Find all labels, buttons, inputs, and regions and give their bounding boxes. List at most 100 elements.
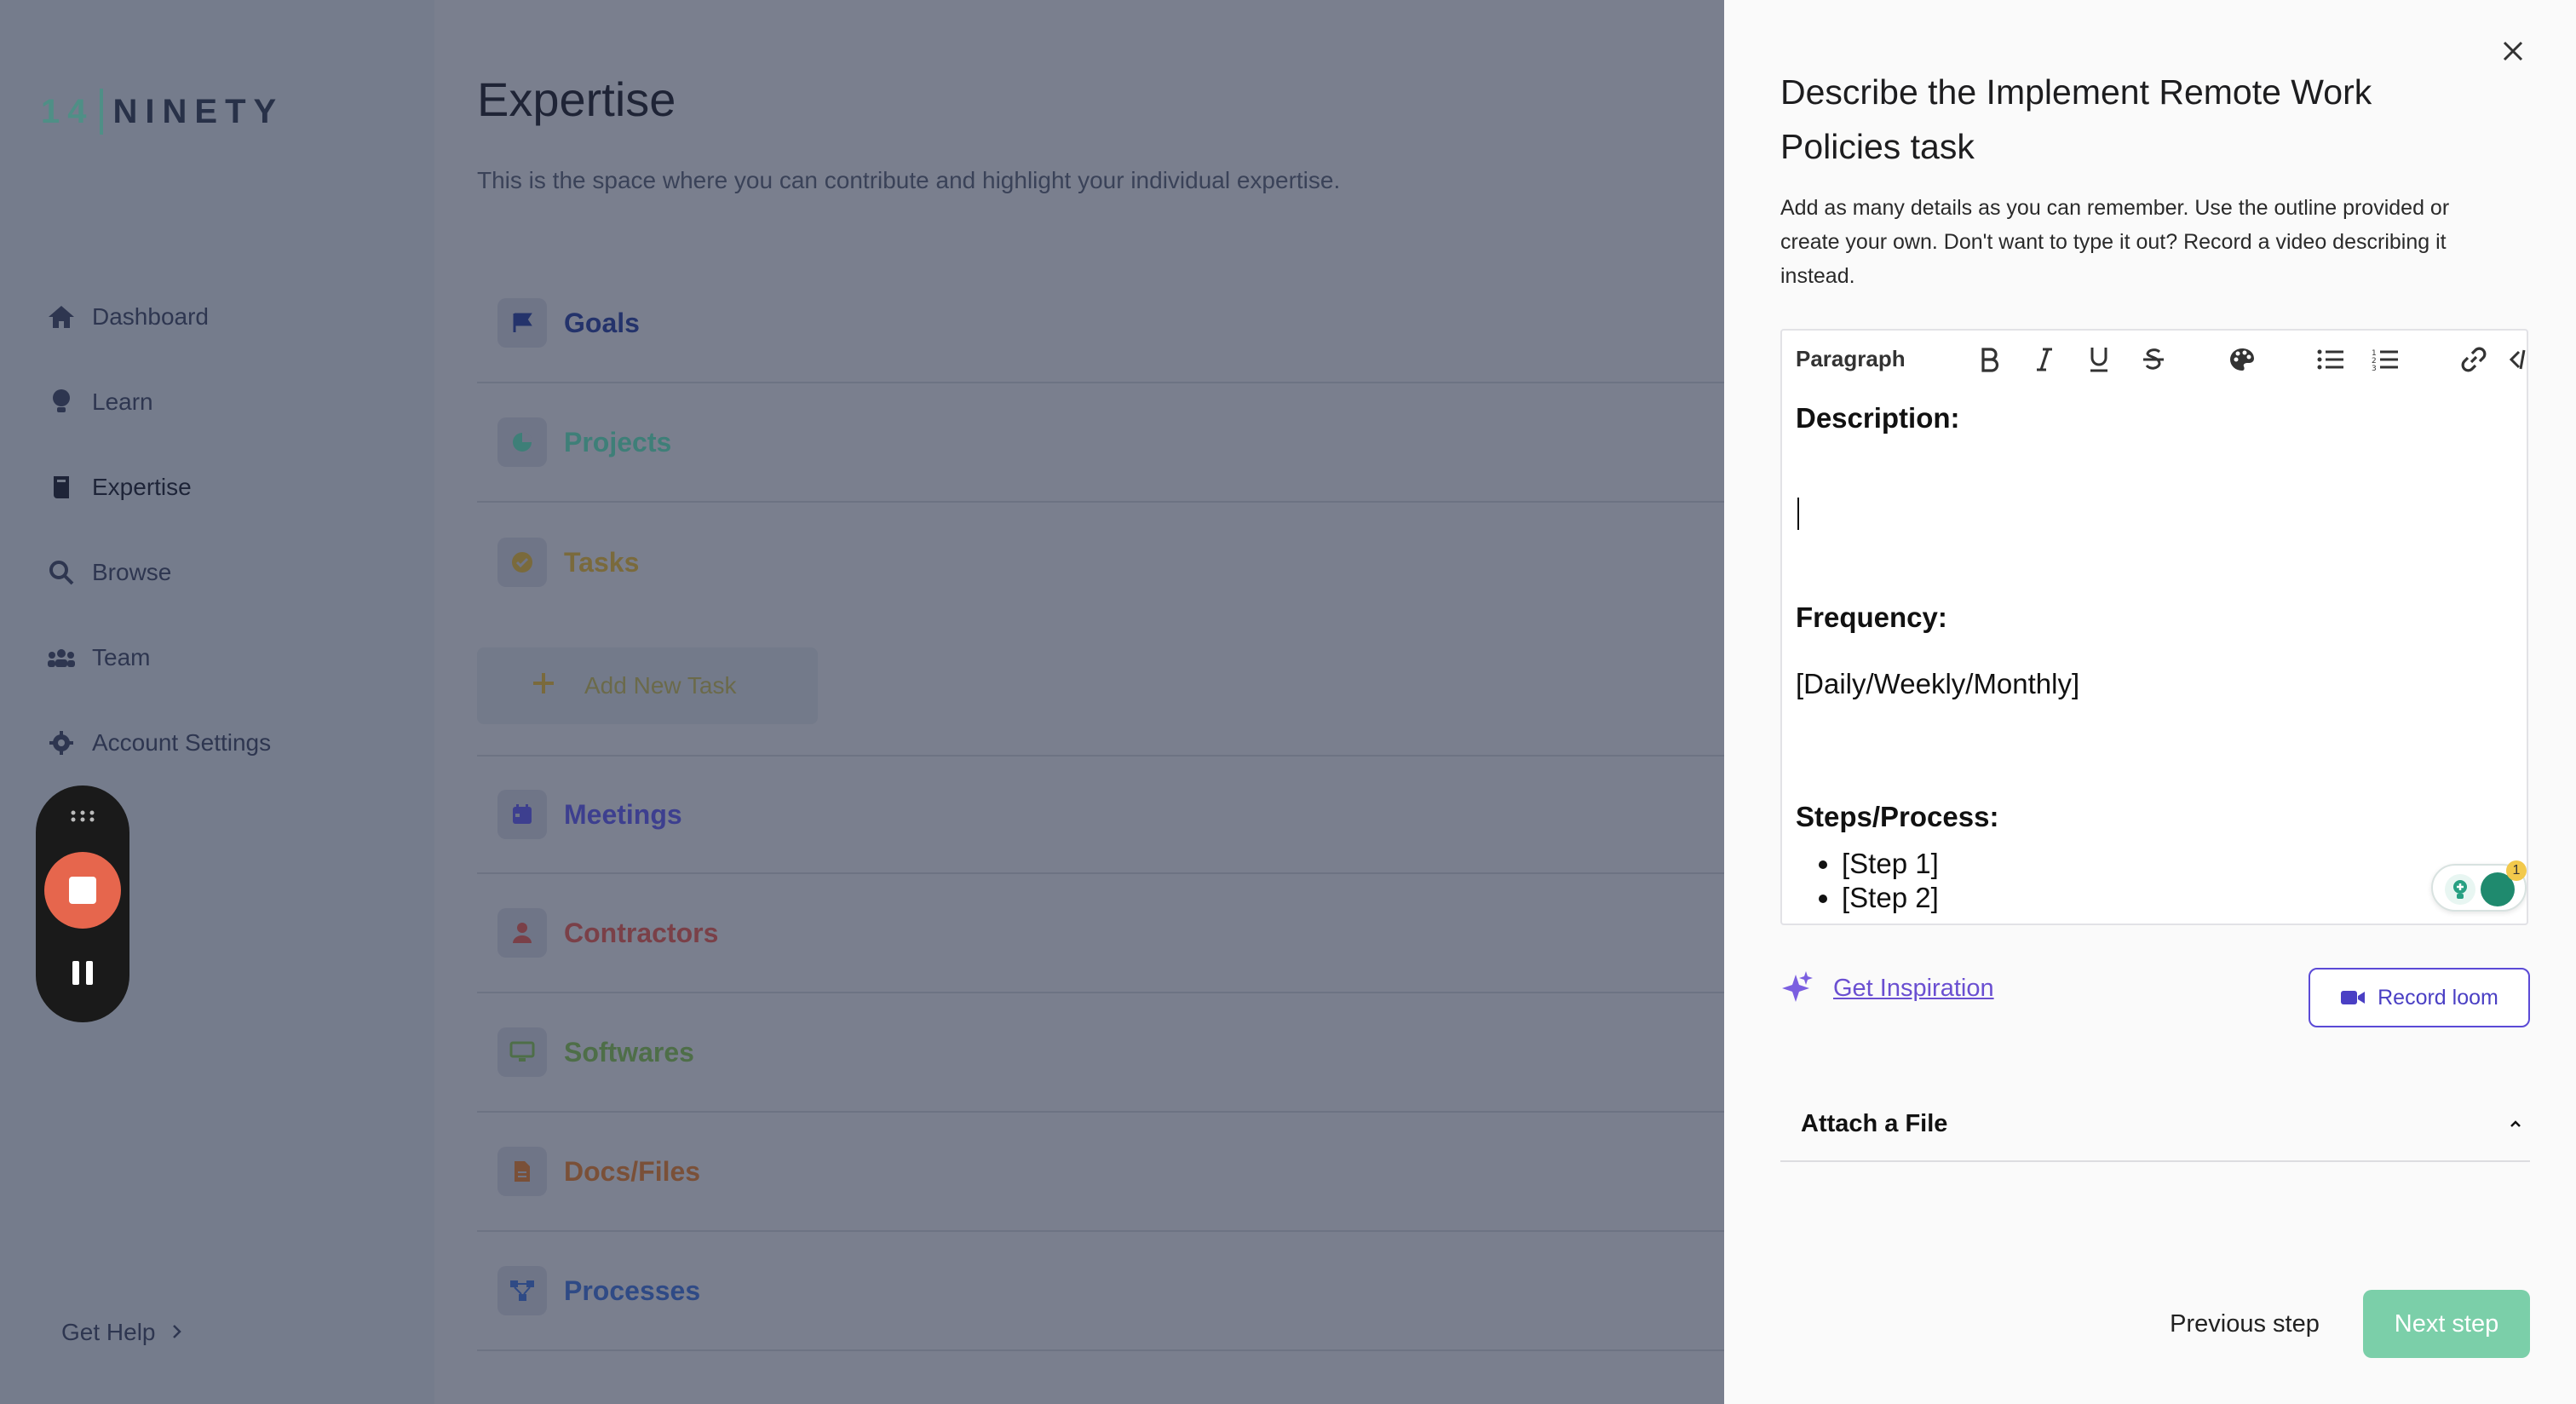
page-subtitle: This is the space where you can contribu… bbox=[477, 167, 1341, 193]
sidebar-item-label: Expertise bbox=[92, 474, 192, 500]
video-camera-icon bbox=[2341, 991, 2366, 1004]
section-tasks[interactable]: Tasks bbox=[477, 503, 1724, 622]
screen-recorder-widget bbox=[36, 785, 129, 1022]
pause-icon bbox=[72, 961, 79, 985]
bold-icon bbox=[1981, 348, 1999, 372]
page-title: Expertise bbox=[477, 72, 676, 126]
stop-recording-button[interactable] bbox=[44, 852, 121, 929]
get-inspiration-link[interactable]: Get Inspiration bbox=[1780, 971, 1994, 1005]
list-item: [Step 2] bbox=[1842, 881, 1939, 915]
section-label: Processes bbox=[564, 1275, 701, 1306]
section-goals[interactable]: Goals bbox=[477, 264, 1724, 383]
lightbulb-icon bbox=[2445, 874, 2475, 905]
calendar-icon bbox=[497, 790, 547, 839]
add-task-label: Add New Task bbox=[584, 672, 737, 699]
italic-icon bbox=[2037, 348, 2052, 371]
search-icon bbox=[44, 559, 78, 586]
monitor-icon bbox=[497, 1027, 547, 1077]
drag-handle-icon[interactable] bbox=[70, 809, 95, 827]
code-button[interactable] bbox=[2503, 341, 2527, 378]
section-meetings[interactable]: Meetings bbox=[477, 755, 1724, 874]
add-new-task-button[interactable]: Add New Task bbox=[477, 647, 818, 724]
frequency-heading: Frequency: bbox=[1796, 601, 1947, 633]
sidebar-item-team[interactable]: Team bbox=[44, 615, 271, 700]
check-circle-icon bbox=[497, 538, 547, 587]
section-label: Softwares bbox=[564, 1036, 694, 1067]
get-help-label: Get Help bbox=[61, 1319, 156, 1345]
sidebar-item-account-settings[interactable]: Account Settings bbox=[44, 700, 271, 785]
list-item: [Step 1] bbox=[1842, 847, 1939, 881]
flow-icon bbox=[497, 1266, 547, 1315]
sidebar: 14 NINETY Dashboard Learn Expertise Brow… bbox=[0, 0, 434, 1404]
lightbulb-icon bbox=[44, 388, 78, 416]
main-content: Expertise This is the space where you ca… bbox=[477, 0, 1724, 1404]
drawer-title: Describe the Implement Remote Work Polic… bbox=[1780, 72, 2372, 166]
section-label: Goals bbox=[564, 307, 640, 338]
get-help-link[interactable]: Get Help bbox=[61, 1319, 183, 1346]
sidebar-item-label: Browse bbox=[92, 559, 172, 585]
document-icon bbox=[497, 1147, 547, 1196]
attach-file-accordion[interactable]: Attach a File bbox=[1780, 1087, 2530, 1162]
rich-text-editor[interactable]: Paragraph 123 Description: Frequency: [D… bbox=[1780, 329, 2528, 925]
logo-divider bbox=[99, 89, 103, 135]
plus-icon bbox=[532, 671, 555, 701]
bullet-list-button[interactable] bbox=[2312, 341, 2349, 378]
section-label: Contractors bbox=[564, 917, 719, 948]
sidebar-item-browse[interactable]: Browse bbox=[44, 530, 271, 615]
numbered-list-button[interactable]: 123 bbox=[2366, 341, 2404, 378]
task-description-drawer: Describe the Implement Remote Work Polic… bbox=[1724, 0, 2576, 1404]
attach-file-label: Attach a File bbox=[1801, 1109, 1948, 1137]
strikethrough-button[interactable] bbox=[2135, 341, 2172, 378]
italic-button[interactable] bbox=[2026, 341, 2063, 378]
section-softwares[interactable]: Softwares bbox=[477, 993, 1724, 1113]
strikethrough-icon bbox=[2143, 348, 2164, 370]
close-button[interactable] bbox=[2496, 34, 2530, 68]
sidebar-item-label: Team bbox=[92, 644, 151, 670]
section-label: Meetings bbox=[564, 798, 682, 830]
link-icon bbox=[2461, 347, 2487, 372]
section-projects[interactable]: Projects bbox=[477, 383, 1724, 503]
bold-button[interactable] bbox=[1971, 341, 2009, 378]
numbered-list-icon: 123 bbox=[2372, 349, 2398, 371]
bullet-list-icon bbox=[2317, 349, 2343, 370]
logo: 14 NINETY bbox=[41, 89, 284, 135]
chevron-right-icon bbox=[171, 1319, 183, 1346]
get-inspiration-label: Get Inspiration bbox=[1833, 974, 1994, 1002]
section-docs-files[interactable]: Docs/Files bbox=[477, 1113, 1724, 1232]
code-icon bbox=[2509, 349, 2526, 370]
underline-icon bbox=[2090, 348, 2107, 372]
text-caret bbox=[1797, 498, 1799, 530]
logo-number: 14 bbox=[41, 92, 95, 130]
pie-chart-icon bbox=[497, 417, 547, 467]
steps-heading: Steps/Process: bbox=[1796, 801, 1999, 832]
logo-word: NINETY bbox=[112, 92, 285, 130]
section-contractors[interactable]: Contractors bbox=[477, 874, 1724, 993]
record-loom-button[interactable]: Record loom bbox=[2309, 968, 2530, 1027]
section-label: Projects bbox=[564, 426, 672, 457]
section-label: Tasks bbox=[564, 546, 640, 578]
sidebar-item-dashboard[interactable]: Dashboard bbox=[44, 274, 271, 360]
link-button[interactable] bbox=[2455, 341, 2493, 378]
flag-icon bbox=[497, 298, 547, 348]
description-heading: Description: bbox=[1796, 402, 1960, 434]
section-processes[interactable]: Processes bbox=[477, 1232, 1724, 1351]
text-color-button[interactable] bbox=[2223, 341, 2261, 378]
pause-recording-button[interactable] bbox=[72, 961, 93, 985]
previous-step-button[interactable]: Previous step bbox=[2138, 1290, 2351, 1358]
sidebar-nav: Dashboard Learn Expertise Browse Team Ac… bbox=[44, 274, 271, 785]
paragraph-style-select[interactable]: Paragraph bbox=[1796, 346, 1906, 372]
grammar-assistant-widget[interactable]: 1 bbox=[2431, 860, 2527, 912]
home-icon bbox=[44, 304, 78, 330]
underline-button[interactable] bbox=[2080, 341, 2118, 378]
frequency-value: [Daily/Weekly/Monthly] bbox=[1796, 668, 2080, 699]
sidebar-item-label: Learn bbox=[92, 388, 153, 415]
sidebar-item-expertise[interactable]: Expertise bbox=[44, 445, 271, 530]
section-label: Docs/Files bbox=[564, 1155, 701, 1187]
next-step-button[interactable]: Next step bbox=[2363, 1290, 2530, 1358]
notification-badge: 1 bbox=[2506, 860, 2527, 881]
book-icon bbox=[44, 475, 78, 500]
close-icon bbox=[2503, 41, 2523, 61]
sidebar-item-label: Account Settings bbox=[92, 729, 272, 756]
user-icon bbox=[497, 908, 547, 958]
sidebar-item-learn[interactable]: Learn bbox=[44, 360, 271, 445]
